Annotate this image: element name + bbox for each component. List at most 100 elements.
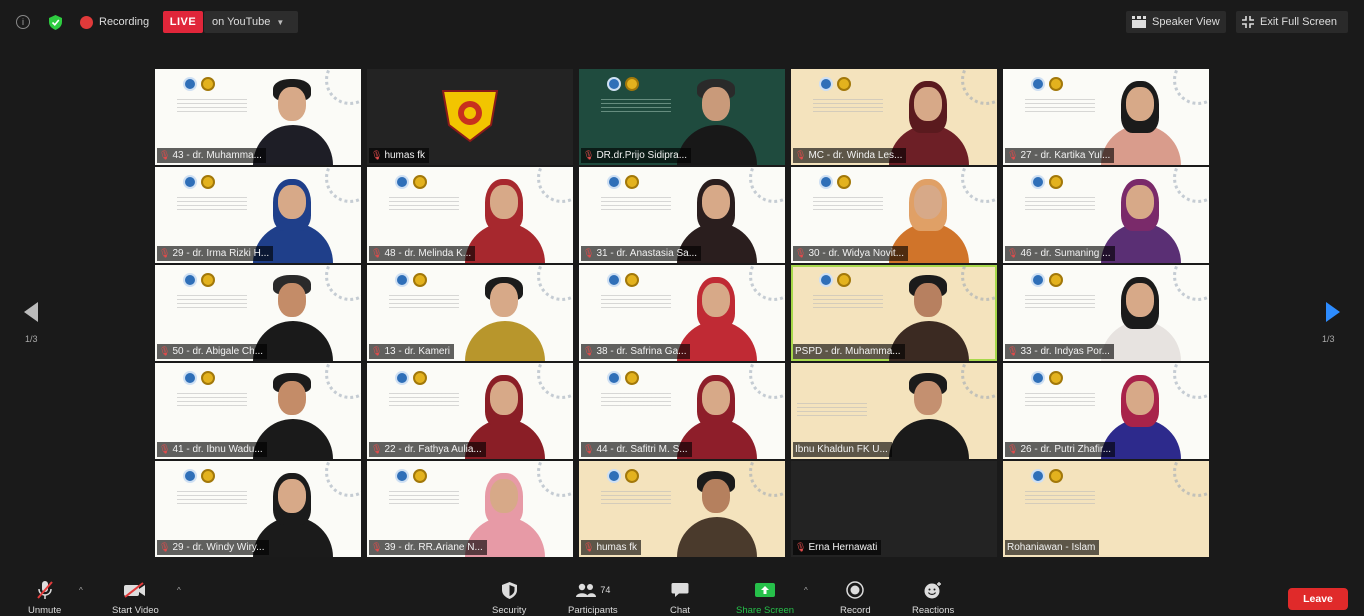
reactions-button[interactable]: Reactions [912,580,954,616]
record-icon [846,580,865,600]
muted-mic-icon: 🎙 [371,444,383,454]
participant-tile[interactable]: 🎙 50 - dr. Abigale Ch... [155,265,361,361]
muted-mic-icon: 🎙 [159,248,171,258]
participant-tile[interactable]: 🎙 DR.dr.Prijo Sidipra... [579,69,785,165]
participant-tile[interactable]: 🎙 30 - dr. Widya Novit... [791,167,997,263]
unmute-button[interactable]: Unmute [28,580,61,616]
participant-tile[interactable]: 🎙 13 - dr. Kameri [367,265,573,361]
exit-fullscreen-label: Exit Full Screen [1260,16,1338,28]
participant-tile[interactable]: 🎙 Erna Hernawati [791,461,997,557]
participant-name: 🎙 29 - dr. Irma Rizki H... [157,246,274,261]
dropdown-caret-icon: ▼ [276,17,285,27]
participant-tile[interactable]: Ibnu Khaldun FK U... [791,363,997,459]
muted-microphone-icon [36,580,54,600]
participant-name: 🎙 38 - dr. Safrina Ga... [581,344,691,359]
participant-tile[interactable]: 🎙 29 - dr. Windy Wiry... [155,461,361,557]
participant-name: 🎙 22 - dr. Fathya Aulia... [369,442,486,457]
leave-meeting-button[interactable]: Leave [1288,588,1348,610]
participant-tile[interactable]: 🎙 humas fk [579,461,785,557]
muted-mic-icon: 🎙 [583,248,595,258]
participant-tile[interactable]: 🎙 27 - dr. Kartika Yul... [1003,69,1209,165]
participant-name: Ibnu Khaldun FK U... [793,442,892,457]
participant-name: 🎙 29 - dr. Windy Wiry... [157,540,269,555]
participant-tile[interactable]: 🎙 26 - dr. Putri Zhafir... [1003,363,1209,459]
participant-name: 🎙 44 - dr. Safitri M. S... [581,442,692,457]
security-shield-icon [501,580,517,600]
livestream-label: on YouTube [212,16,271,28]
share-screen-icon [755,580,776,600]
gallery-grid: 🎙 43 - dr. Muhamma... 🎙 humas fk 🎙 DR.dr.Pr… [155,69,1211,558]
video-options-caret-icon[interactable]: ^ [177,586,181,595]
participant-video [465,177,545,263]
participant-name: 🎙 26 - dr. Putri Zhafir... [1005,442,1116,457]
participant-name: 🎙 13 - dr. Kameri [369,344,455,359]
participant-video [889,373,969,459]
participant-name: 🎙 41 - dr. Ibnu Wadu... [157,442,267,457]
participant-tile[interactable]: 🎙 39 - dr. RR.Ariane N... [367,461,573,557]
exit-fullscreen-icon [1242,16,1254,28]
participant-name: Rohaniawan - Islam [1005,540,1100,555]
participant-tile[interactable]: 🎙 29 - dr. Irma Rizki H... [155,167,361,263]
participant-name: 🎙 48 - dr. Melinda K... [369,246,476,261]
participant-name: PSPD - dr. Muhamma... [793,344,905,359]
previous-page-arrow-icon[interactable] [24,302,38,322]
meeting-info-icon[interactable]: i [16,15,30,29]
speaker-view-label: Speaker View [1152,16,1220,28]
muted-mic-icon: 🎙 [583,346,595,356]
participant-tile[interactable]: 🎙 41 - dr. Ibnu Wadu... [155,363,361,459]
start-video-button[interactable]: Start Video [112,580,159,616]
participant-tile[interactable]: 🎙 48 - dr. Melinda K... [367,167,573,263]
participant-tile[interactable]: 🎙 43 - dr. Muhamma... [155,69,361,165]
muted-mic-icon: 🎙 [795,542,807,552]
participant-tile[interactable]: 🎙 33 - dr. Indyas Por... [1003,265,1209,361]
encryption-shield-icon[interactable] [48,14,62,30]
recording-indicator[interactable]: Recording [80,12,149,32]
institution-logos [183,77,215,91]
participant-tile[interactable]: 🎙 44 - dr. Safitri M. S... [579,363,785,459]
participant-tile[interactable]: 🎙 humas fk [367,69,573,165]
chat-bubble-icon [671,580,689,600]
participants-button[interactable]: 74 Participants [568,580,618,616]
audio-options-caret-icon[interactable]: ^ [79,586,83,595]
participant-name: 🎙 31 - dr. Anastasia Sa... [581,246,702,261]
exit-fullscreen-button[interactable]: Exit Full Screen [1236,11,1348,33]
recording-dot-icon [80,15,93,29]
chat-button[interactable]: Chat [670,580,690,616]
muted-mic-icon: 🎙 [795,150,807,160]
muted-mic-icon: 🎙 [1007,444,1019,454]
share-options-caret-icon[interactable]: ^ [804,586,808,595]
participant-name: 🎙 33 - dr. Indyas Por... [1005,344,1114,359]
livestream-dropdown[interactable]: on YouTube ▼ [204,11,298,33]
muted-mic-icon: 🎙 [583,542,595,552]
security-button[interactable]: Security [492,580,526,616]
participant-name: 🎙 46 - dr. Sumaning ... [1005,246,1115,261]
participant-tile-active-speaker[interactable]: PSPD - dr. Muhamma... [791,265,997,361]
participants-icon [576,583,597,597]
share-screen-button[interactable]: Share Screen [736,580,794,616]
participant-name: 🎙 DR.dr.Prijo Sidipra... [581,148,692,163]
next-page-arrow-icon[interactable] [1326,302,1340,322]
muted-mic-icon: 🎙 [371,346,383,356]
participant-name: 🎙 humas fk [581,540,642,555]
participant-tile[interactable]: 🎙 38 - dr. Safrina Ga... [579,265,785,361]
participant-name: 🎙 39 - dr. RR.Ariane N... [369,540,487,555]
muted-mic-icon: 🎙 [371,542,383,552]
muted-mic-icon: 🎙 [1007,150,1019,160]
muted-mic-icon: 🎙 [1007,346,1019,356]
speaker-view-button[interactable]: Speaker View [1126,11,1226,33]
participant-tile[interactable]: 🎙 31 - dr. Anastasia Sa... [579,167,785,263]
record-button[interactable]: Record [840,580,871,616]
meeting-controls-bar: Unmute ^ Start Video ^ Security 74 Parti… [0,576,1364,616]
muted-mic-icon: 🎙 [159,444,171,454]
participant-tile[interactable]: 🎙 MC - dr. Winda Les... [791,69,997,165]
participant-tile[interactable]: 🎙 22 - dr. Fathya Aulia... [367,363,573,459]
speaker-view-icon [1132,16,1146,28]
reactions-smiley-icon [923,580,943,600]
page-indicator-left: 1/3 [25,334,38,344]
participant-name: 🎙 Erna Hernawati [793,540,882,555]
meeting-top-bar: i Recording LIVE on YouTube ▼ Speaker Vi… [0,0,1364,44]
participant-tile[interactable]: Rohaniawan - Islam [1003,461,1209,557]
participant-name: 🎙 humas fk [369,148,430,163]
participant-tile[interactable]: 🎙 46 - dr. Sumaning ... [1003,167,1209,263]
muted-mic-icon: 🎙 [1007,248,1019,258]
